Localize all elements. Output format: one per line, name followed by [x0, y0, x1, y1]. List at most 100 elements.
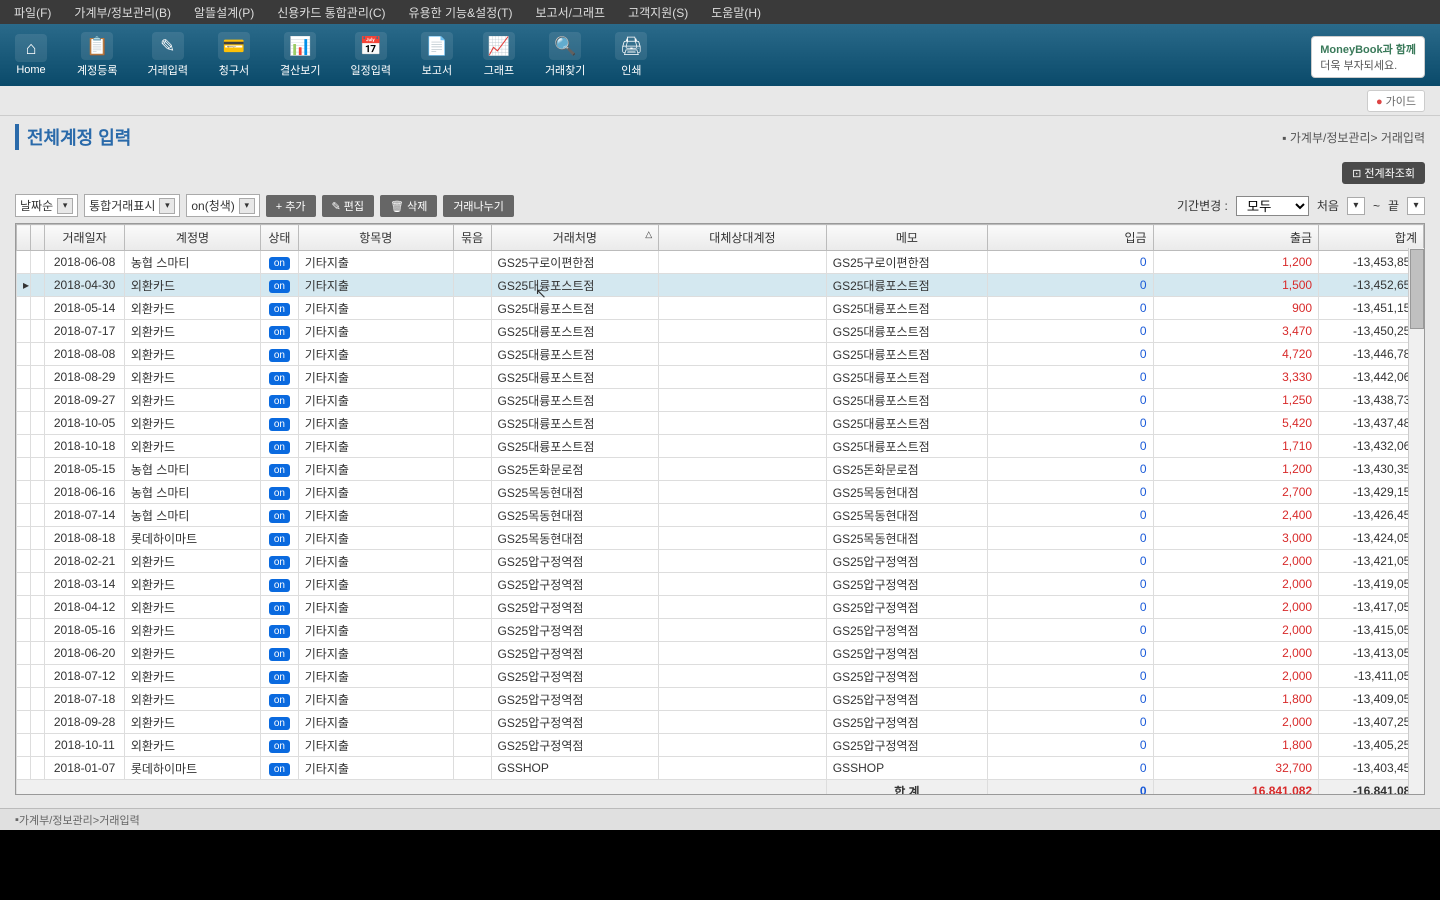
status-badge: on: [269, 349, 290, 362]
period-label: 기간변경 :: [1177, 197, 1228, 214]
col-date[interactable]: 거래일자: [45, 225, 125, 251]
toolbar-거래찾기[interactable]: 🔍거래찾기: [545, 32, 585, 78]
filter-dropdown[interactable]: on(청색)▾: [186, 194, 259, 217]
tool-label: 인쇄: [621, 62, 641, 78]
chevron-down-icon: ▾: [57, 198, 73, 214]
col-category[interactable]: 항목명: [298, 225, 453, 251]
menu-item[interactable]: 보고서/그래프: [531, 2, 609, 23]
menu-item[interactable]: 가계부/정보관리(B): [70, 2, 175, 23]
menu-item[interactable]: 파일(F): [10, 2, 55, 23]
toolbar-그래프[interactable]: 📈그래프: [483, 32, 515, 78]
table-row[interactable]: 2018-08-18롯데하이마트on기타지출GS25목동현대점GS25목동현대점…: [17, 527, 1424, 550]
sub-bar: 가이드: [0, 86, 1440, 116]
table-row[interactable]: 2018-04-12외환카드on기타지출GS25압구정역점GS25압구정역점02…: [17, 596, 1424, 619]
col-status[interactable]: 상태: [261, 225, 299, 251]
toolbar-결산보기[interactable]: 📊 결산보기: [280, 32, 320, 78]
edit-button[interactable]: ✎ 편집: [322, 195, 375, 217]
toolbar-Home[interactable]: ⌂Home: [15, 34, 47, 76]
toolbar-보고서[interactable]: 📄보고서: [421, 32, 453, 78]
tool-label: 거래입력: [147, 62, 187, 78]
col-vendor[interactable]: 거래처명: [491, 225, 659, 251]
status-badge: on: [269, 556, 290, 569]
table-row[interactable]: 2018-05-14외환카드on기타지출GS25대륭포스트점GS25대륭포스트점…: [17, 297, 1424, 320]
status-badge: on: [269, 487, 290, 500]
table-row[interactable]: 2018-09-27외환카드on기타지출GS25대륭포스트점GS25대륭포스트점…: [17, 389, 1424, 412]
table-row[interactable]: 2018-05-15농협 스마티on기타지출GS25돈화문로점GS25돈화문로점…: [17, 458, 1424, 481]
table-row[interactable]: 2018-10-18외환카드on기타지출GS25대륭포스트점GS25대륭포스트점…: [17, 435, 1424, 458]
status-badge: on: [269, 579, 290, 592]
scroll-thumb[interactable]: [1410, 249, 1424, 329]
nav-first-button[interactable]: ▾: [1347, 197, 1365, 215]
delete-button[interactable]: 🗑 삭제: [380, 195, 437, 217]
table-row[interactable]: 2018-10-11외환카드on기타지출GS25압구정역점GS25압구정역점01…: [17, 734, 1424, 757]
tool-label: 청구서: [219, 62, 249, 78]
toolbar-인쇄[interactable]: 🖨인쇄: [615, 32, 647, 78]
nav-last-button[interactable]: ▾: [1407, 197, 1425, 215]
menu-item[interactable]: 신용카드 통합관리(C): [273, 2, 389, 23]
table-row[interactable]: 2018-05-16외환카드on기타지출GS25압구정역점GS25압구정역점02…: [17, 619, 1424, 642]
col-check[interactable]: [30, 225, 45, 251]
sort-dropdown[interactable]: 날짜순▾: [15, 194, 78, 217]
split-button[interactable]: 거래나누기: [443, 195, 514, 217]
status-badge: on: [269, 464, 290, 477]
all-accounts-link[interactable]: ⊡ 전계좌조회: [1342, 162, 1425, 184]
col-deposit[interactable]: 입금: [988, 225, 1154, 251]
col-marker[interactable]: [17, 225, 31, 251]
table-row[interactable]: 2018-07-12외환카드on기타지출GS25압구정역점GS25압구정역점02…: [17, 665, 1424, 688]
tool-label: 결산보기: [280, 62, 320, 78]
status-badge: on: [269, 395, 290, 408]
tool-icon: 📊: [284, 32, 316, 60]
table-row[interactable]: 2018-03-14외환카드on기타지출GS25압구정역점GS25압구정역점02…: [17, 573, 1424, 596]
page-header: 전체계정 입력 가계부/정보관리> 거래입력: [0, 116, 1440, 158]
menu-item[interactable]: 유용한 기능&설정(T): [405, 2, 517, 23]
col-transfer[interactable]: 대체상대계정: [659, 225, 827, 251]
period-controls: 기간변경 : 모두 처음 ▾ ~ 끝 ▾: [1177, 196, 1425, 216]
table-row[interactable]: 2018-06-08농협 스마티on기타지출GS25구로이편한점GS25구로이편…: [17, 251, 1424, 274]
table-row[interactable]: 2018-10-05외환카드on기타지출GS25대륭포스트점GS25대륭포스트점…: [17, 412, 1424, 435]
main-toolbar: ⌂Home 📋계정등록 ✎ 거래입력 💳청구서 📊 결산보기 📅일정입력 📄보고서 📈그래프 🔍거래…: [0, 24, 1440, 86]
display-dropdown[interactable]: 통합거래표시▾: [84, 194, 180, 217]
table-row[interactable]: 2018-08-08외환카드on기타지출GS25대륭포스트점GS25대륭포스트점…: [17, 343, 1424, 366]
table-row[interactable]: 2018-06-16농협 스마티on기타지출GS25목동현대점GS25목동현대점…: [17, 481, 1424, 504]
vertical-scrollbar[interactable]: [1408, 248, 1424, 794]
status-badge: on: [269, 671, 290, 684]
page-title: 전체계정 입력: [15, 124, 131, 150]
status-badge: on: [269, 257, 290, 270]
table-row[interactable]: ▸2018-04-30외환카드on기타지출GS25대륭포스트점GS25대륭포스트…: [17, 274, 1424, 297]
table-row[interactable]: 2018-02-21외환카드on기타지출GS25압구정역점GS25압구정역점02…: [17, 550, 1424, 573]
status-badge: on: [269, 372, 290, 385]
period-select[interactable]: 모두: [1236, 196, 1309, 216]
table-row[interactable]: 2018-07-14농협 스마티on기타지출GS25목동현대점GS25목동현대점…: [17, 504, 1424, 527]
status-badge: on: [269, 648, 290, 661]
breadcrumb: 가계부/정보관리> 거래입력: [1282, 129, 1425, 146]
status-badge: on: [269, 418, 290, 431]
col-memo[interactable]: 메모: [826, 225, 987, 251]
toolbar-일정입력[interactable]: 📅일정입력: [350, 32, 390, 78]
menu-item[interactable]: 도움말(H): [707, 2, 765, 23]
status-badge: on: [269, 441, 290, 454]
toolbar-청구서[interactable]: 💳청구서: [218, 32, 250, 78]
col-account[interactable]: 계정명: [124, 225, 260, 251]
menu-item[interactable]: 고객지원(S): [624, 2, 692, 23]
tool-label: 그래프: [484, 62, 514, 78]
table-row[interactable]: 2018-06-20외환카드on기타지출GS25압구정역점GS25압구정역점02…: [17, 642, 1424, 665]
table-row[interactable]: 2018-07-18외환카드on기타지출GS25압구정역점GS25압구정역점01…: [17, 688, 1424, 711]
table-row[interactable]: 2018-01-07롯데하이마트on기타지출GSSHOPGSSHOP032,70…: [17, 757, 1424, 780]
menu-item[interactable]: 알뜰설계(P): [190, 2, 258, 23]
col-balance[interactable]: 합계: [1319, 225, 1424, 251]
toolbar-계정등록[interactable]: 📋계정등록: [77, 32, 117, 78]
table-row[interactable]: 2018-09-28외환카드on기타지출GS25압구정역점GS25압구정역점02…: [17, 711, 1424, 734]
tool-icon: ✎: [152, 32, 184, 60]
tool-label: 일정입력: [350, 62, 390, 78]
toolbar-거래입력[interactable]: ✎ 거래입력: [147, 32, 187, 78]
table-row[interactable]: 2018-07-17외환카드on기타지출GS25대륭포스트점GS25대륭포스트점…: [17, 320, 1424, 343]
status-badge: on: [269, 303, 290, 316]
tool-label: 계정등록: [77, 62, 117, 78]
guide-button[interactable]: 가이드: [1367, 90, 1425, 112]
table-row[interactable]: 2018-08-29외환카드on기타지출GS25대륭포스트점GS25대륭포스트점…: [17, 366, 1424, 389]
status-badge: on: [269, 510, 290, 523]
col-withdraw[interactable]: 출금: [1153, 225, 1319, 251]
col-group[interactable]: 묶음: [453, 225, 491, 251]
add-button[interactable]: + 추가: [266, 195, 316, 217]
status-badge: on: [269, 326, 290, 339]
